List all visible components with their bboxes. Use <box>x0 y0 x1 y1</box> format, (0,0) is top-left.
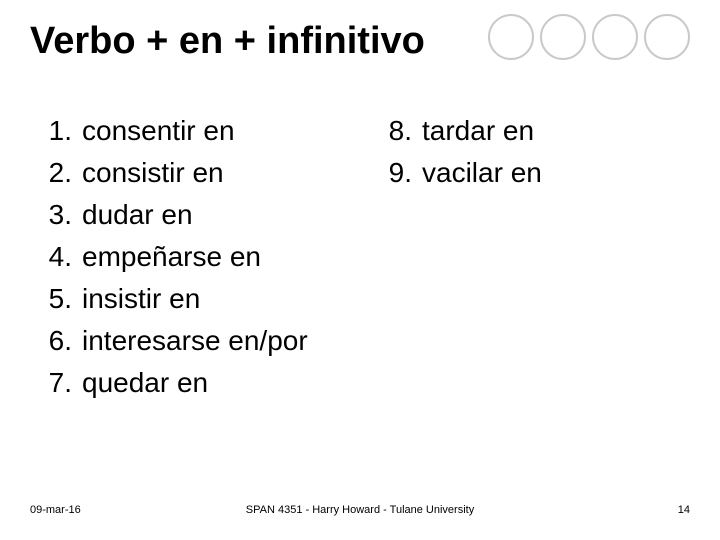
item-number: 7. <box>30 362 82 404</box>
list-item: 3. dudar en <box>30 194 370 236</box>
item-number: 2. <box>30 152 82 194</box>
decorative-circles <box>488 14 690 60</box>
circle-icon <box>540 14 586 60</box>
list-item: 6. interesarse en/por <box>30 320 370 362</box>
list-item: 1. consentir en <box>30 110 370 152</box>
item-number: 5. <box>30 278 82 320</box>
circle-icon <box>488 14 534 60</box>
item-number: 1. <box>30 110 82 152</box>
item-text: dudar en <box>82 194 193 236</box>
list-item: 8. tardar en <box>370 110 670 152</box>
item-text: interesarse en/por <box>82 320 308 362</box>
right-column: 8. tardar en 9. vacilar en <box>370 110 670 404</box>
item-text: vacilar en <box>422 152 542 194</box>
circle-icon <box>592 14 638 60</box>
item-text: empeñarse en <box>82 236 261 278</box>
item-number: 8. <box>370 110 422 152</box>
item-text: consentir en <box>82 110 235 152</box>
list-item: 7. quedar en <box>30 362 370 404</box>
item-text: consistir en <box>82 152 224 194</box>
footer: 09-mar-16 SPAN 4351 - Harry Howard - Tul… <box>30 504 690 520</box>
item-number: 9. <box>370 152 422 194</box>
item-text: tardar en <box>422 110 534 152</box>
left-column: 1. consentir en 2. consistir en 3. dudar… <box>30 110 370 404</box>
list-item: 4. empeñarse en <box>30 236 370 278</box>
item-number: 6. <box>30 320 82 362</box>
footer-center: SPAN 4351 - Harry Howard - Tulane Univer… <box>30 504 690 516</box>
slide: Verbo + en + infinitivo 1. consentir en … <box>0 0 720 540</box>
item-text: quedar en <box>82 362 208 404</box>
item-number: 3. <box>30 194 82 236</box>
circle-icon <box>644 14 690 60</box>
list-item: 2. consistir en <box>30 152 370 194</box>
slide-title: Verbo + en + infinitivo <box>30 20 425 63</box>
footer-page: 14 <box>678 504 690 516</box>
list-item: 5. insistir en <box>30 278 370 320</box>
list-item: 9. vacilar en <box>370 152 670 194</box>
item-text: insistir en <box>82 278 200 320</box>
item-number: 4. <box>30 236 82 278</box>
content-columns: 1. consentir en 2. consistir en 3. dudar… <box>30 110 690 404</box>
